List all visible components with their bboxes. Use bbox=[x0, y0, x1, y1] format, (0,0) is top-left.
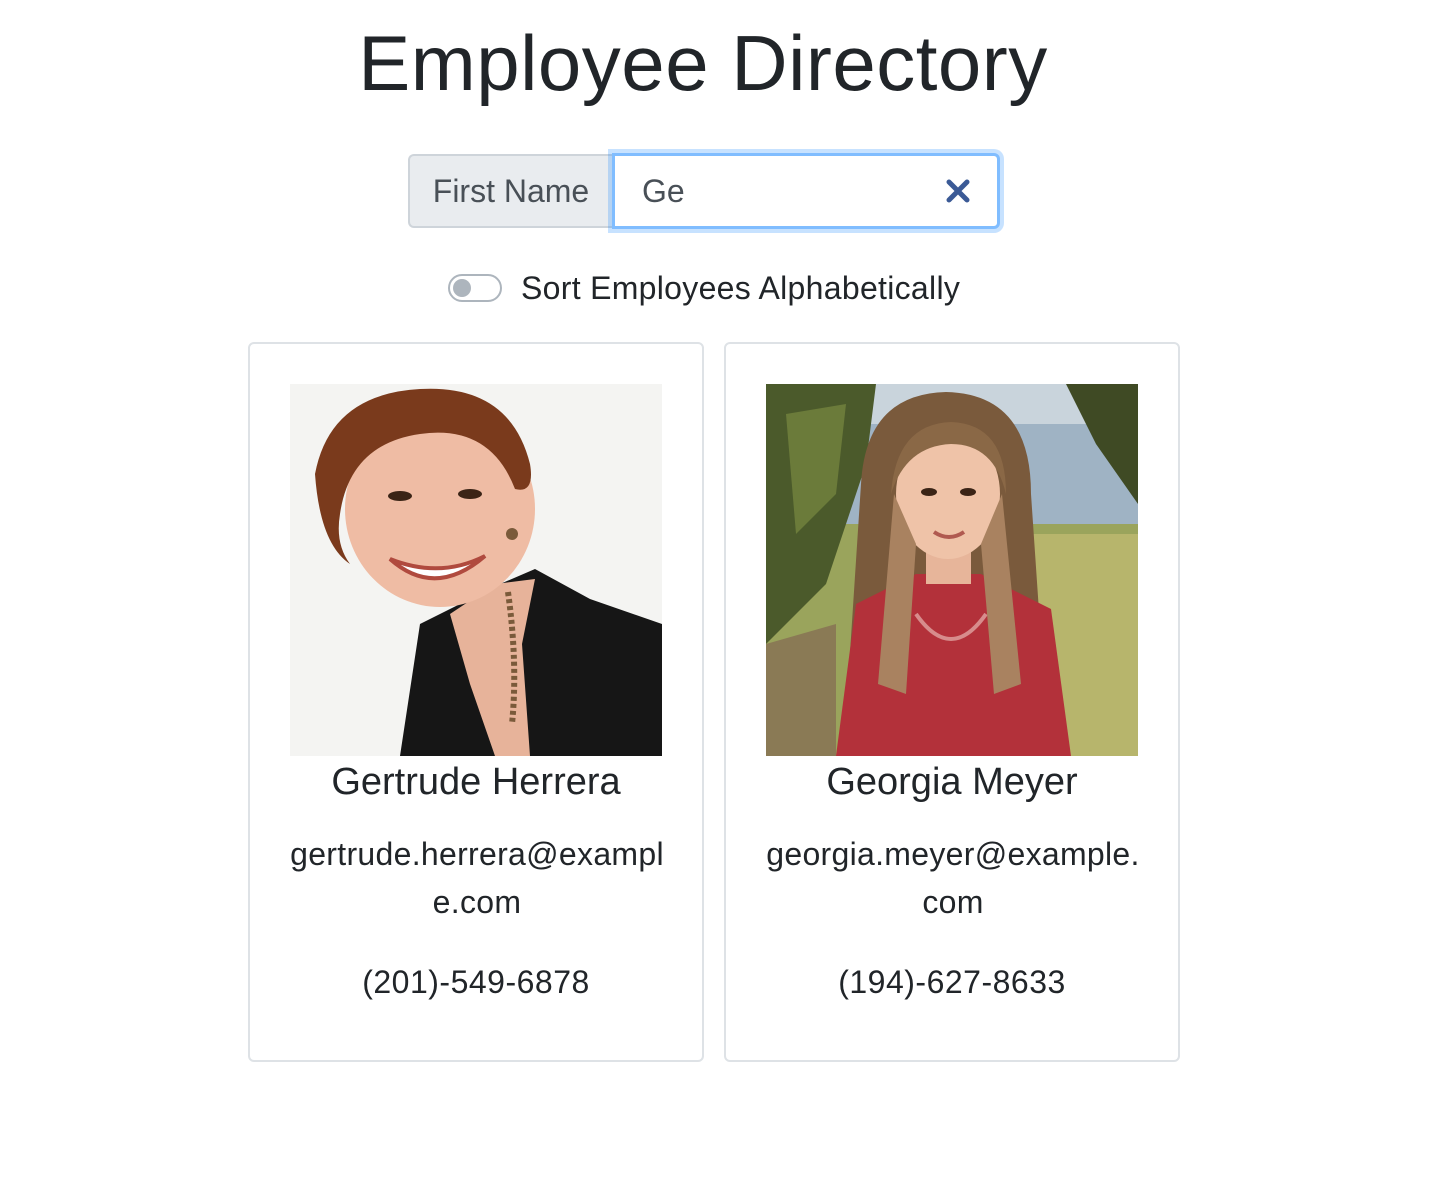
employee-name: Gertrude Herrera bbox=[331, 761, 621, 803]
sort-toggle-switch[interactable] bbox=[448, 274, 502, 302]
employee-phone: (194)-627-8633 bbox=[838, 964, 1066, 1000]
search-field bbox=[612, 153, 1000, 229]
search-label: First Name bbox=[408, 154, 612, 228]
employee-card: Gertrude Herrera gertrude.herrera@exampl… bbox=[248, 342, 704, 1062]
employee-photo bbox=[290, 384, 662, 756]
employee-name: Georgia Meyer bbox=[826, 761, 1078, 803]
close-icon[interactable] bbox=[945, 178, 971, 204]
toggle-knob bbox=[453, 279, 471, 297]
employee-photo bbox=[766, 384, 1138, 756]
first-name-search-input[interactable] bbox=[615, 156, 925, 226]
employee-card: Georgia Meyer georgia.meyer@example.com … bbox=[724, 342, 1180, 1062]
search-group: First Name bbox=[408, 153, 1000, 230]
employee-phone: (201)-549-6878 bbox=[362, 964, 590, 1000]
employee-email: georgia.meyer@example.com bbox=[766, 836, 1140, 920]
employee-email: gertrude.herrera@example.com bbox=[290, 836, 664, 920]
employee-directory-page: Employee Directory First Name Sort Emplo… bbox=[0, 0, 1432, 1194]
employee-cards: Gertrude Herrera gertrude.herrera@exampl… bbox=[248, 342, 1180, 1062]
sort-toggle-row: Sort Employees Alphabetically bbox=[448, 268, 960, 308]
page-title: Employee Directory bbox=[358, 19, 1048, 107]
sort-toggle-label[interactable]: Sort Employees Alphabetically bbox=[521, 270, 960, 307]
